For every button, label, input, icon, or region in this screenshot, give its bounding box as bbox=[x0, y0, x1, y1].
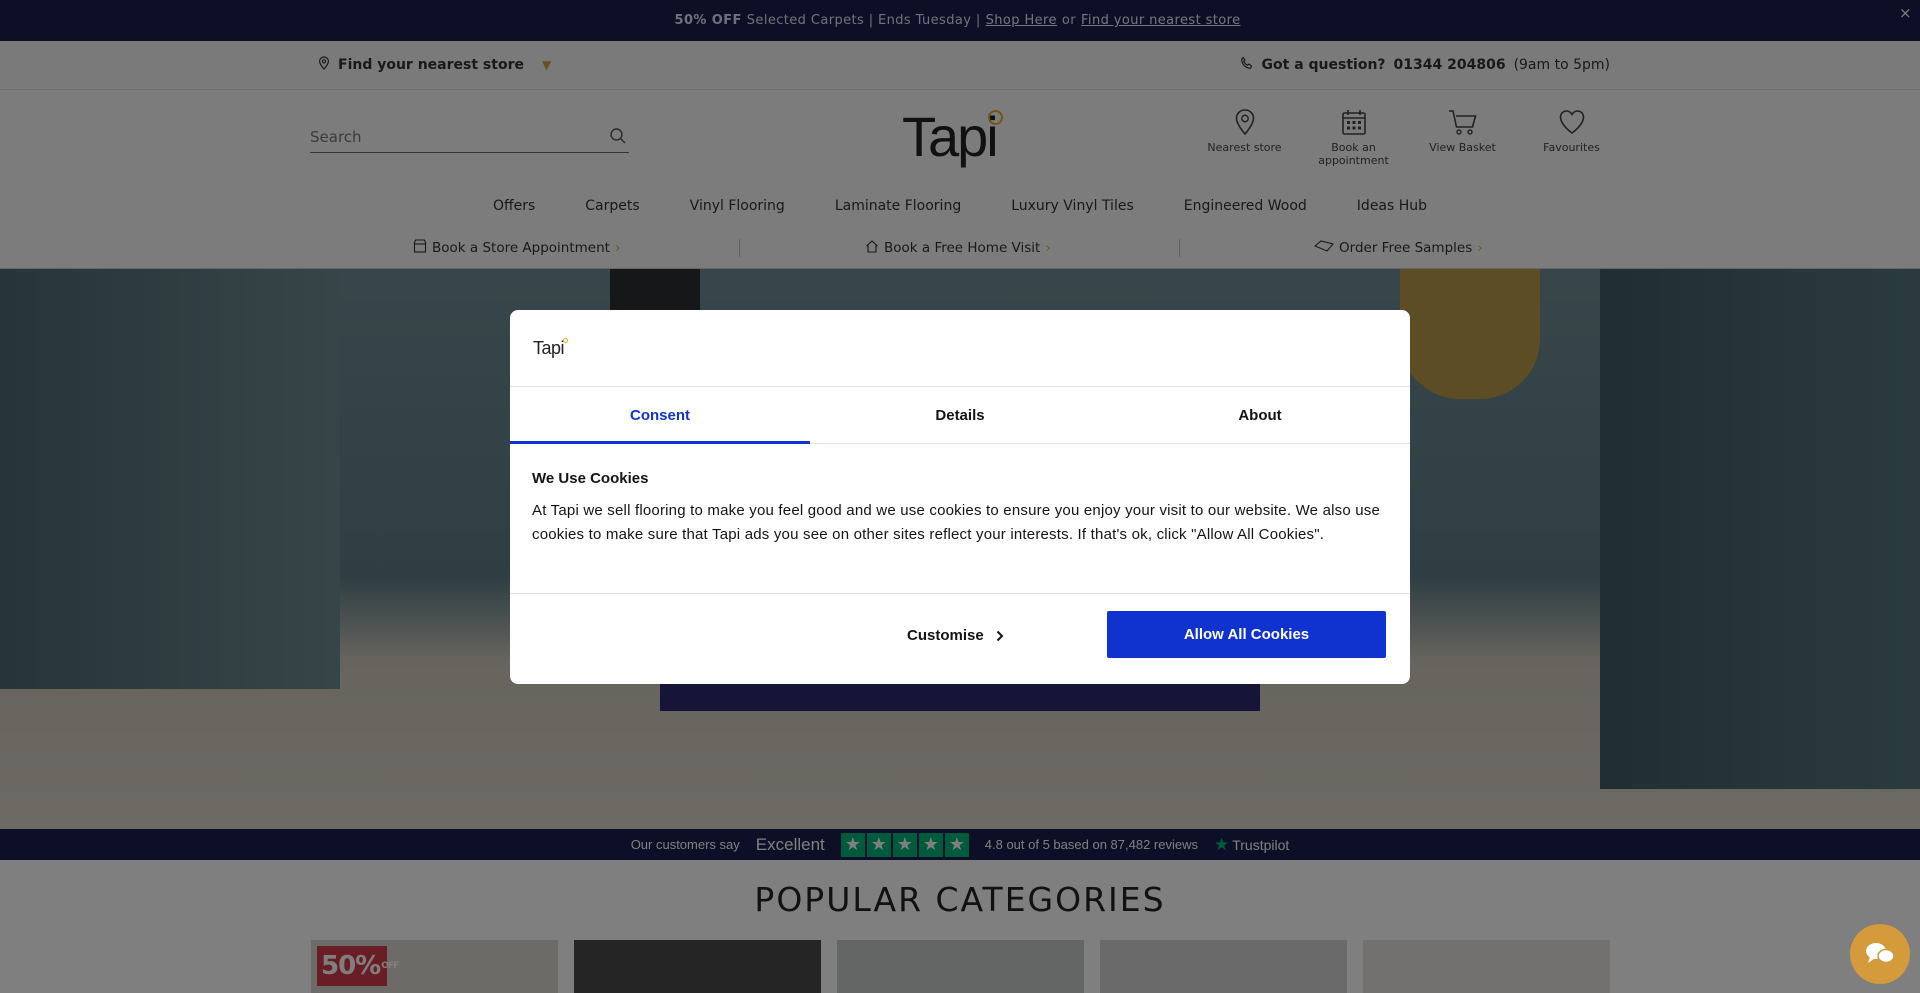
cookie-logo-text: Tapi bbox=[533, 338, 565, 358]
cookie-consent-dialog: Tapi Consent Details About We Use Cookie… bbox=[510, 310, 1410, 684]
cookie-heading: We Use Cookies bbox=[532, 470, 649, 487]
logo-mark-icon bbox=[563, 338, 569, 343]
allow-all-cookies-button[interactable]: Allow All Cookies bbox=[1107, 611, 1386, 658]
cookie-dialog-logo: Tapi bbox=[533, 338, 569, 359]
customise-button[interactable]: Customise bbox=[907, 627, 1004, 644]
tab-consent[interactable]: Consent bbox=[510, 387, 810, 444]
cookie-body-text: At Tapi we sell flooring to make you fee… bbox=[532, 502, 1381, 543]
live-chat-button[interactable] bbox=[1850, 924, 1910, 984]
tab-details[interactable]: Details bbox=[810, 387, 1110, 443]
chevron-right-icon bbox=[996, 630, 1004, 641]
chat-icon bbox=[1866, 943, 1895, 964]
tab-about[interactable]: About bbox=[1110, 387, 1410, 443]
customise-label: Customise bbox=[907, 627, 984, 644]
divider bbox=[510, 593, 1410, 594]
cookie-tabs: Consent Details About bbox=[510, 386, 1410, 444]
